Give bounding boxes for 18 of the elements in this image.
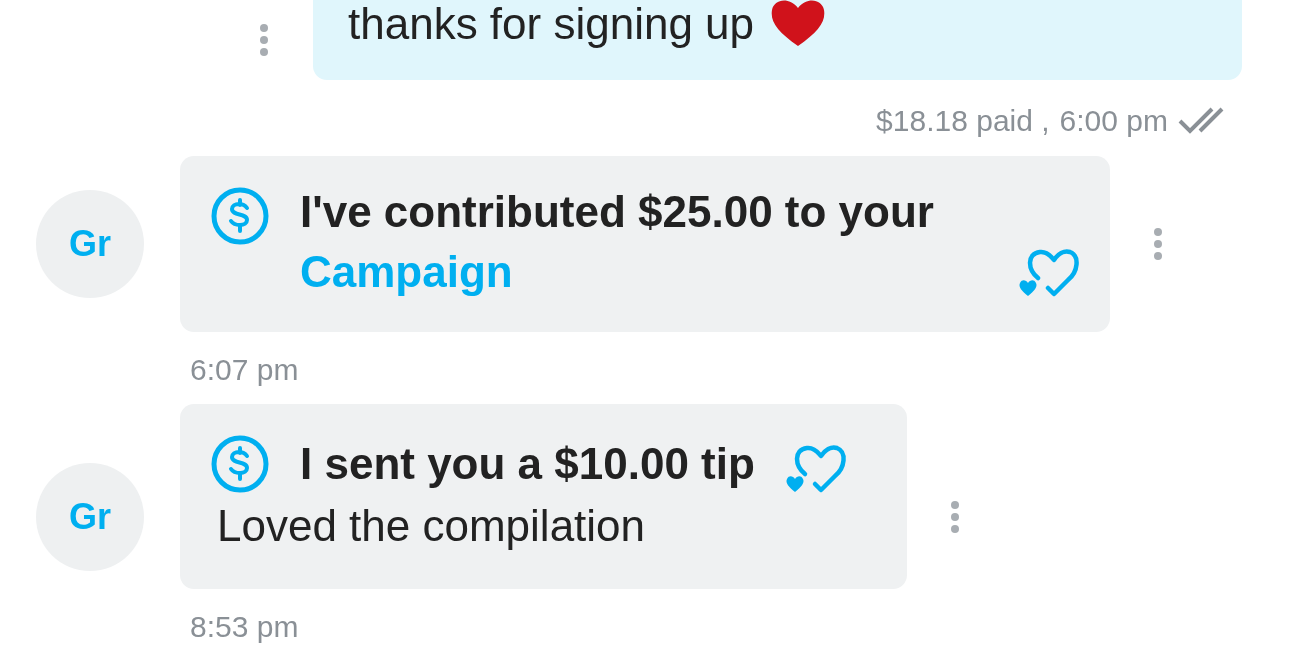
timestamp: 8:53 pm <box>190 609 300 645</box>
heart-icon[interactable] <box>784 444 847 494</box>
message-text: I sent you a $10.00 tip <box>300 438 755 490</box>
avatar[interactable]: Gr <box>36 462 144 571</box>
message-text: I've contributed $25.00 to your <box>300 186 935 238</box>
heart-icon[interactable] <box>1018 248 1080 298</box>
message-text: thanks for signing up <box>348 0 755 48</box>
timestamp: 6:07 pm <box>190 352 300 388</box>
message-note: Loved the compilation <box>217 500 647 552</box>
more-icon[interactable] <box>259 23 269 57</box>
campaign-link[interactable]: Campaign <box>300 246 513 298</box>
dollar-icon <box>210 434 270 494</box>
price-label: $18.18 paid , <box>876 102 1050 139</box>
more-icon[interactable] <box>950 499 960 534</box>
more-icon[interactable] <box>1153 227 1163 261</box>
avatar[interactable]: Gr <box>36 190 144 298</box>
timestamp: 6:00 pm <box>1059 102 1168 139</box>
dollar-icon <box>210 186 270 246</box>
